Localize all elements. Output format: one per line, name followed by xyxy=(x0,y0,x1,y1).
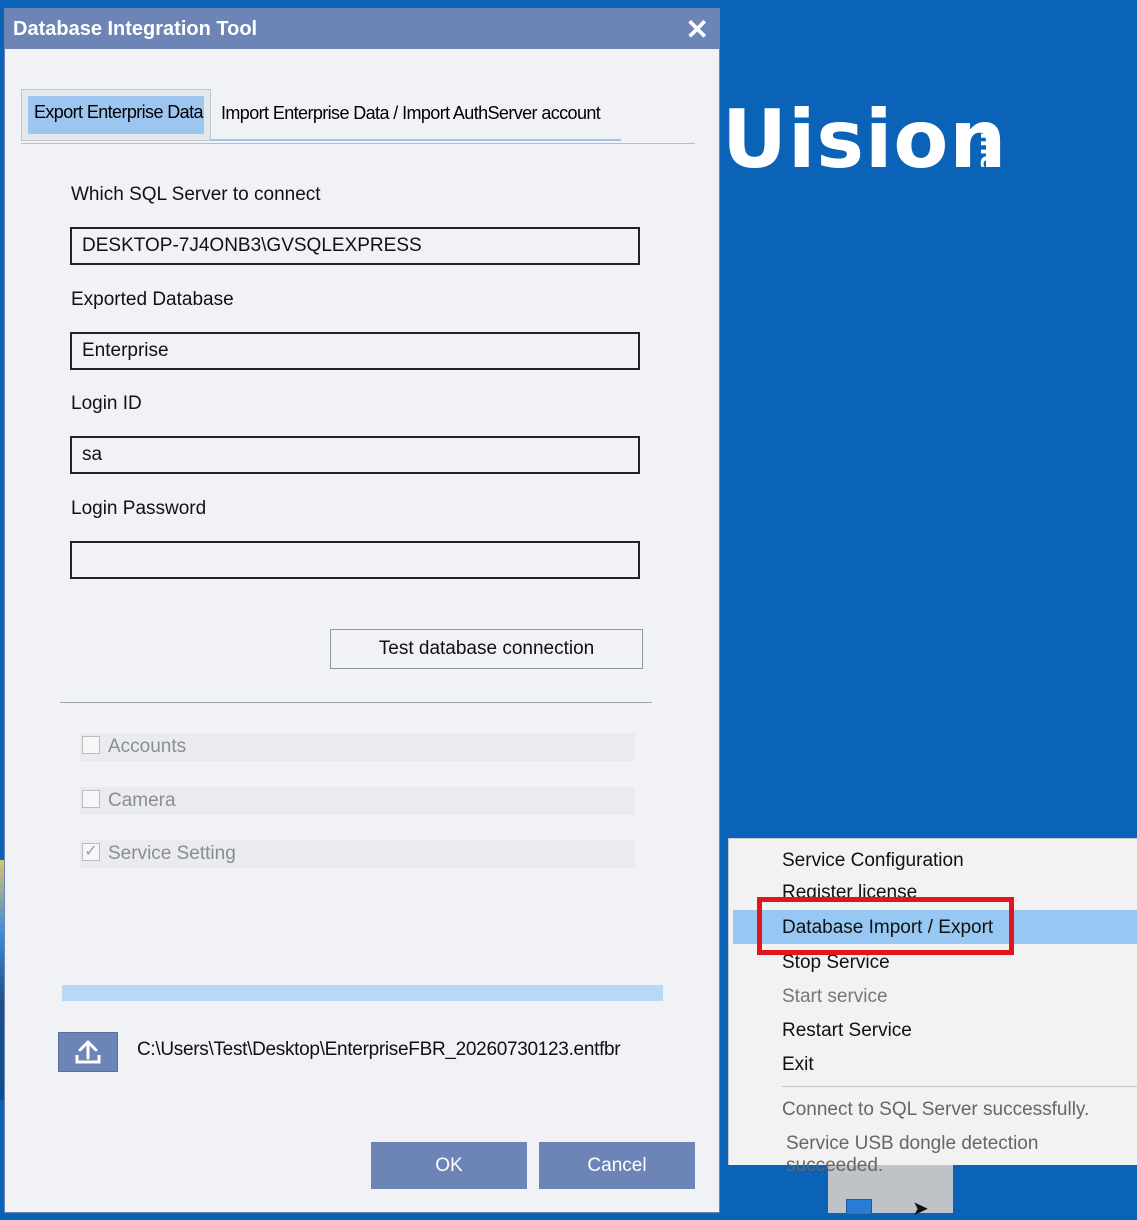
close-icon[interactable]: ✕ xyxy=(686,13,709,46)
tab-import-enterprise-data[interactable]: Import Enterprise Data / Import AuthServ… xyxy=(211,89,621,141)
upload-icon xyxy=(75,1040,101,1064)
checkbox-accounts[interactable]: Accounts xyxy=(80,733,635,761)
ok-button[interactable]: OK xyxy=(371,1142,527,1189)
menu-item-exit[interactable]: Exit xyxy=(729,1047,1137,1081)
checkbox-label: Camera xyxy=(108,790,176,811)
menu-item-label: Service Configuration xyxy=(782,850,964,871)
export-file-path: C:\Users\Test\Desktop\EnterpriseFBR_2026… xyxy=(137,1039,621,1060)
menu-status-sql: Connect to SQL Server successfully. xyxy=(782,1099,1090,1120)
menu-item-label: Exit xyxy=(782,1054,814,1075)
checkbox-unchecked-icon[interactable] xyxy=(82,790,100,808)
login-id-input[interactable] xyxy=(70,436,640,474)
progress-bar xyxy=(62,985,663,1001)
menu-item-service-configuration[interactable]: Service Configuration xyxy=(729,843,1137,877)
checkbox-camera[interactable]: Camera xyxy=(80,787,635,815)
menu-item-label: Stop Service xyxy=(782,952,890,973)
sql-server-input[interactable] xyxy=(70,227,640,265)
exported-database-input[interactable] xyxy=(70,332,640,370)
menu-separator xyxy=(782,1086,1137,1087)
checkbox-label: Accounts xyxy=(108,736,187,757)
menu-item-label: Restart Service xyxy=(782,1020,912,1041)
brand-logo: Uision xyxy=(722,93,1008,186)
exported-database-label: Exported Database xyxy=(71,289,234,310)
export-upload-button[interactable] xyxy=(58,1032,118,1072)
menu-item-restart-service[interactable]: Restart Service xyxy=(729,1013,1137,1047)
login-password-label: Login Password xyxy=(71,498,207,519)
tab-export-enterprise-data[interactable]: Export Enterprise Data xyxy=(21,89,211,141)
menu-status-dongle: Service USB dongle detection succeeded. xyxy=(786,1133,1039,1176)
database-integration-dialog: Database Integration Tool ✕ Export Enter… xyxy=(4,8,720,1213)
menu-item-label: Start service xyxy=(782,986,888,1007)
dialog-title: Database Integration Tool xyxy=(13,18,258,40)
dialog-titlebar[interactable]: Database Integration Tool ✕ xyxy=(5,9,719,49)
checkbox-service-setting[interactable]: ✓ Service Setting xyxy=(80,840,635,868)
tray-context-menu: Service Configuration Register license D… xyxy=(728,838,1137,1176)
checkbox-unchecked-icon[interactable] xyxy=(82,736,100,754)
dialog-tabs: Export Enterprise Data Import Enterprise… xyxy=(21,89,695,144)
cancel-button[interactable]: Cancel xyxy=(539,1142,695,1189)
test-database-connection-button[interactable]: Test database connection xyxy=(330,629,643,669)
tab-label: Export Enterprise Data xyxy=(34,102,203,122)
brand-logo-suffix: inc xyxy=(975,132,1000,169)
annotation-highlight-box xyxy=(757,897,1014,955)
tab-label: Import Enterprise Data / Import AuthServ… xyxy=(221,103,601,123)
checkmark-icon[interactable]: ✓ xyxy=(82,843,100,861)
section-divider xyxy=(60,702,652,703)
login-password-input[interactable] xyxy=(70,541,640,579)
menu-item-start-service: Start service xyxy=(729,979,1137,1013)
login-id-label: Login ID xyxy=(71,393,142,414)
sql-server-label: Which SQL Server to connect xyxy=(71,184,321,205)
checkbox-label: Service Setting xyxy=(108,843,236,864)
mouse-cursor-icon: ➤ xyxy=(912,1198,929,1220)
